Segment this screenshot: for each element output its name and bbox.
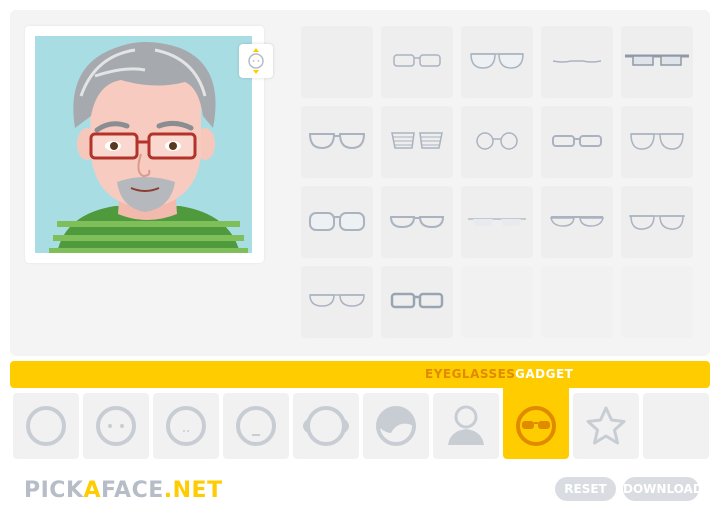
reset-button[interactable]: RESET bbox=[555, 477, 616, 501]
glasses-option-16[interactable] bbox=[381, 266, 453, 338]
logo-text-net: .NET bbox=[163, 478, 223, 503]
star-icon bbox=[586, 406, 626, 445]
glasses-option-12[interactable] bbox=[461, 186, 533, 258]
glasses-option-11[interactable] bbox=[381, 186, 453, 258]
glasses-option-5[interactable] bbox=[301, 106, 373, 178]
logo-text-face: FACE bbox=[101, 478, 164, 503]
tab-eyeglasses[interactable]: EYEGLASSES bbox=[425, 367, 515, 381]
subcategory-tab-bar: EYEGLASSES GADGET bbox=[10, 361, 710, 388]
glasses-option-empty bbox=[541, 266, 613, 338]
glasses-option-9[interactable] bbox=[621, 106, 693, 178]
glasses-option-2[interactable] bbox=[461, 26, 533, 98]
glasses-icon bbox=[391, 132, 443, 149]
glasses-category-icon bbox=[516, 406, 556, 446]
glasses-icon bbox=[393, 54, 441, 67]
glasses-icon bbox=[476, 132, 518, 150]
download-button[interactable]: DOWNLOAD bbox=[623, 477, 703, 501]
glasses-icon bbox=[308, 133, 366, 150]
logo-text-a: A bbox=[83, 478, 102, 503]
hair-icon bbox=[376, 406, 416, 446]
category-extras[interactable] bbox=[573, 393, 639, 459]
glasses-icon bbox=[550, 216, 604, 227]
avatar-image bbox=[49, 42, 248, 253]
category-head[interactable] bbox=[13, 393, 79, 459]
glasses-icon bbox=[629, 215, 685, 230]
glasses-icon bbox=[468, 218, 526, 226]
head-icon bbox=[26, 406, 66, 446]
category-hair[interactable] bbox=[363, 393, 429, 459]
glasses-option-8[interactable] bbox=[541, 106, 613, 178]
avatar-preview-frame bbox=[25, 26, 264, 263]
ears-icon bbox=[303, 406, 349, 446]
glasses-icon bbox=[309, 294, 365, 307]
glasses-icon bbox=[389, 216, 445, 229]
glasses-option-1[interactable] bbox=[381, 26, 453, 98]
category-clothes[interactable] bbox=[433, 393, 499, 459]
logo: PICKAFACE.NET bbox=[24, 478, 223, 503]
glasses-option-15[interactable] bbox=[301, 266, 373, 338]
rotate-button[interactable] bbox=[239, 44, 273, 78]
glasses-option-6[interactable] bbox=[381, 106, 453, 178]
eyes-icon bbox=[96, 406, 136, 446]
category-empty bbox=[643, 393, 709, 459]
mouth-icon bbox=[236, 406, 276, 446]
logo-text-pick: PICK bbox=[24, 478, 84, 503]
glasses-option-14[interactable] bbox=[621, 186, 693, 258]
glasses-option-13[interactable] bbox=[541, 186, 613, 258]
glasses-icon bbox=[390, 292, 444, 309]
glasses-option-3[interactable] bbox=[541, 26, 613, 98]
tab-gadget[interactable]: GADGET bbox=[515, 367, 573, 381]
avatar-preview bbox=[35, 36, 252, 253]
rotate-icon bbox=[248, 48, 264, 74]
glasses-icon bbox=[470, 53, 524, 69]
glasses-option-empty bbox=[621, 266, 693, 338]
glasses-option-empty bbox=[461, 266, 533, 338]
glasses-icon bbox=[552, 135, 602, 147]
glasses-option-7[interactable] bbox=[461, 106, 533, 178]
category-ears[interactable] bbox=[293, 393, 359, 459]
category-nose[interactable] bbox=[153, 393, 219, 459]
glasses-icon bbox=[309, 212, 365, 231]
clothes-icon bbox=[448, 405, 484, 445]
category-glasses[interactable] bbox=[503, 388, 569, 459]
nose-icon bbox=[166, 406, 206, 446]
category-mouth[interactable] bbox=[223, 393, 289, 459]
glasses-option-10[interactable] bbox=[301, 186, 373, 258]
glasses-option-4[interactable] bbox=[621, 26, 693, 98]
glasses-option-none[interactable] bbox=[301, 26, 373, 98]
glasses-icon bbox=[552, 60, 602, 63]
glasses-icon bbox=[625, 54, 689, 66]
glasses-icon bbox=[630, 133, 684, 150]
category-eyes[interactable] bbox=[83, 393, 149, 459]
